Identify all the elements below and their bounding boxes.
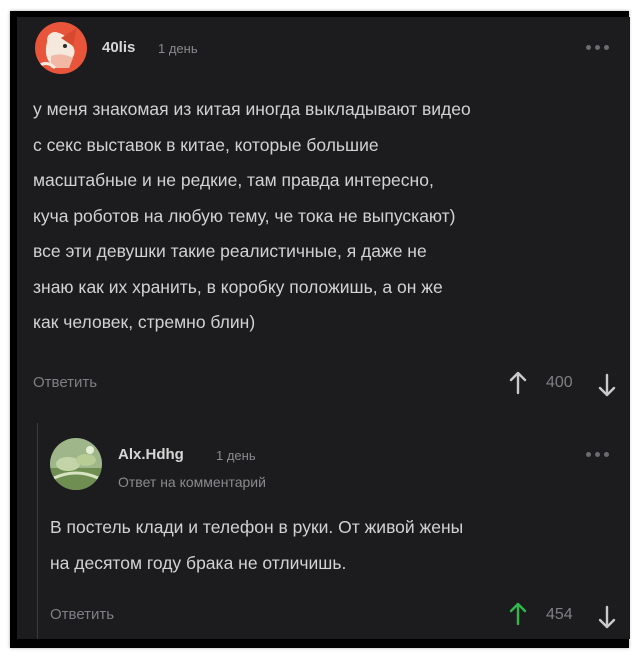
timestamp: 1 день	[158, 41, 198, 56]
comment-text: В постель клади и телефон в руки. От жив…	[50, 517, 464, 573]
timestamp: 1 день	[216, 448, 256, 463]
arrow-up-icon	[509, 602, 527, 626]
reply-button[interactable]: Ответить	[50, 606, 114, 623]
comment-text: у меня знакомая из китая иногда выкладыв…	[33, 99, 471, 332]
score: 400	[546, 374, 573, 391]
username[interactable]: 40lis	[102, 39, 135, 56]
score: 454	[546, 606, 573, 623]
upvote-button[interactable]	[508, 371, 528, 400]
reply-to-label[interactable]: Ответ на комментарий	[118, 474, 266, 490]
arrow-down-icon	[598, 605, 616, 629]
avatar[interactable]	[35, 22, 87, 74]
fox-avatar-icon	[35, 22, 87, 74]
more-options-icon[interactable]	[586, 45, 609, 50]
downvote-button[interactable]	[597, 373, 617, 402]
arrow-up-icon	[509, 371, 527, 395]
more-options-icon[interactable]	[586, 452, 609, 457]
downvote-button[interactable]	[597, 605, 617, 634]
arrow-down-icon	[598, 373, 616, 397]
reply-button[interactable]: Ответить	[33, 374, 97, 391]
avatar[interactable]	[50, 438, 102, 490]
nature-avatar-icon	[50, 438, 102, 490]
upvote-button[interactable]	[508, 602, 528, 631]
username[interactable]: Alx.Hdhg	[118, 446, 184, 463]
thread-line	[37, 423, 38, 639]
